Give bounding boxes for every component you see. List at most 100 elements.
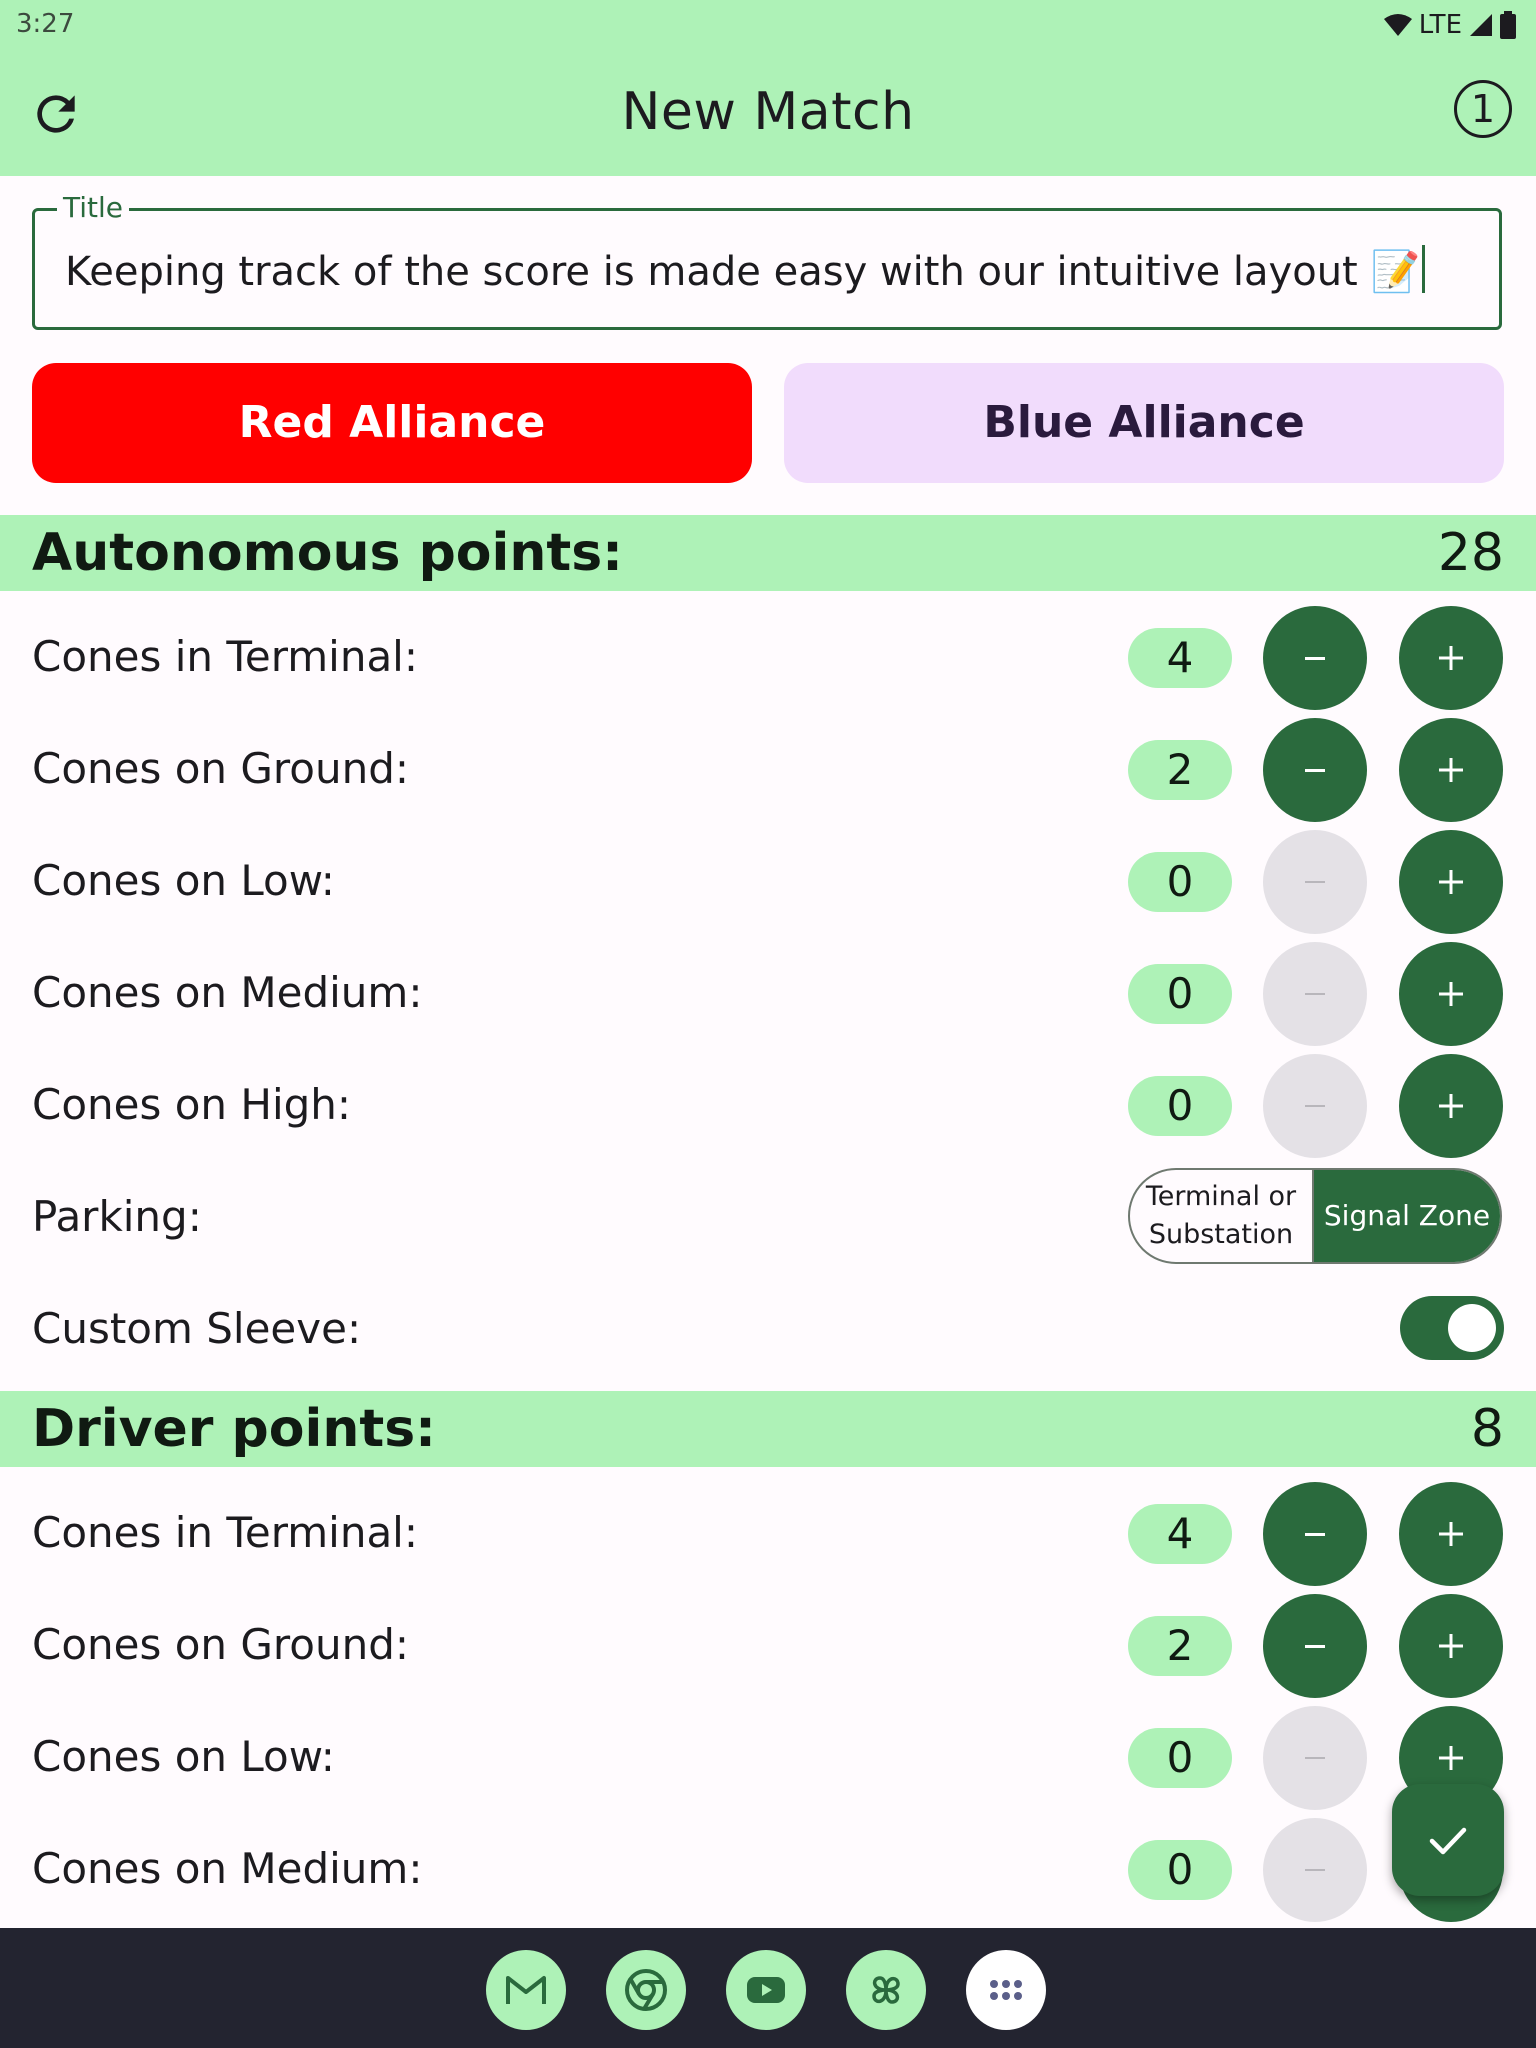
value-pill: 4 — [1128, 628, 1232, 688]
plus-icon — [1439, 1522, 1463, 1546]
autonomous-total: 28 — [1437, 523, 1504, 583]
autonomous-row-custom-sleeve: Custom Sleeve: — [0, 1272, 1536, 1384]
driver-title: Driver points: — [32, 1399, 436, 1459]
plus-icon — [1439, 758, 1463, 782]
battery-icon — [1500, 11, 1516, 39]
title-field-label: Title — [57, 191, 130, 224]
increment-button[interactable] — [1399, 1482, 1503, 1586]
row-label: Cones on Medium: — [32, 1844, 423, 1893]
decrement-button[interactable] — [1263, 718, 1367, 822]
row-label: Cones on Medium: — [32, 968, 423, 1017]
increment-button[interactable] — [1399, 718, 1503, 822]
row-label: Parking: — [32, 1192, 202, 1241]
row-label: Cones on Low: — [32, 856, 335, 905]
autonomous-row-cones-terminal: Cones in Terminal: 4 — [0, 600, 1536, 712]
value-pill: 0 — [1128, 1840, 1232, 1900]
network-type: LTE — [1418, 10, 1462, 40]
row-label: Cones on Low: — [32, 1732, 335, 1781]
parking-segmented-control: Terminal or Substation Signal Zone — [1128, 1168, 1502, 1264]
wifi-icon — [1383, 14, 1412, 36]
title-input-text: Keeping track of the score is made easy … — [65, 249, 1421, 295]
custom-sleeve-toggle[interactable] — [1400, 1296, 1504, 1360]
driver-row-cones-ground: Cones on Ground: 2 — [0, 1588, 1536, 1700]
title-input[interactable]: Keeping track of the score is made easy … — [65, 245, 1426, 295]
youtube-icon[interactable] — [726, 1950, 806, 2030]
value-pill: 0 — [1128, 1076, 1232, 1136]
blue-alliance-button[interactable]: Blue Alliance — [784, 363, 1504, 483]
decrement-button[interactable] — [1263, 1054, 1367, 1158]
autonomous-title: Autonomous points: — [32, 523, 623, 583]
plus-icon — [1439, 1746, 1463, 1770]
decrement-button[interactable] — [1263, 942, 1367, 1046]
increment-button[interactable] — [1399, 830, 1503, 934]
driver-total: 8 — [1470, 1399, 1504, 1459]
plus-icon — [1439, 982, 1463, 1006]
row-label: Cones on Ground: — [32, 1620, 410, 1669]
save-match-fab[interactable] — [1392, 1784, 1504, 1896]
text-cursor — [1422, 245, 1426, 293]
app-drawer-icon[interactable] — [966, 1950, 1046, 2030]
increment-button[interactable] — [1399, 942, 1503, 1046]
toggle-knob — [1448, 1304, 1496, 1352]
chrome-icon[interactable] — [606, 1950, 686, 2030]
autonomous-header: Autonomous points: 28 — [0, 515, 1536, 591]
signal-icon — [1470, 14, 1492, 36]
gmail-icon[interactable] — [486, 1950, 566, 2030]
minus-icon — [1305, 1645, 1325, 1648]
minus-icon — [1305, 769, 1325, 772]
row-label: Custom Sleeve: — [32, 1304, 362, 1353]
minus-icon — [1305, 1105, 1325, 1107]
page-title: New Match — [621, 82, 915, 142]
autonomous-row-cones-medium: Cones on Medium: 0 — [0, 936, 1536, 1048]
row-label: Cones in Terminal: — [32, 1508, 418, 1557]
plus-icon — [1439, 646, 1463, 670]
plus-icon — [1439, 1634, 1463, 1658]
status-bar: 3:27 LTE — [0, 0, 1536, 50]
row-label: Cones on Ground: — [32, 744, 410, 793]
red-alliance-button[interactable]: Red Alliance — [32, 363, 752, 483]
app-dock — [486, 1950, 1046, 2030]
decrement-button[interactable] — [1263, 1706, 1367, 1810]
app-bar: New Match 1 — [0, 50, 1536, 176]
decrement-button[interactable] — [1263, 1818, 1367, 1922]
driver-row-cones-medium: Cones on Medium: 0 — [0, 1812, 1536, 1924]
row-label: Cones in Terminal: — [32, 632, 418, 681]
decrement-button[interactable] — [1263, 606, 1367, 710]
minus-icon — [1305, 993, 1325, 995]
driver-row-cones-low: Cones on Low: 0 — [0, 1700, 1536, 1812]
status-time: 3:27 — [16, 9, 75, 39]
parking-option-terminal[interactable]: Terminal or Substation — [1130, 1170, 1314, 1262]
autonomous-row-cones-low: Cones on Low: 0 — [0, 824, 1536, 936]
increment-button[interactable] — [1399, 1054, 1503, 1158]
photos-icon[interactable] — [846, 1950, 926, 2030]
value-pill: 0 — [1128, 852, 1232, 912]
navigation-bar — [0, 1928, 1536, 2048]
minus-icon — [1305, 657, 1325, 660]
value-pill: 2 — [1128, 740, 1232, 800]
plus-icon — [1439, 1094, 1463, 1118]
decrement-button[interactable] — [1263, 830, 1367, 934]
status-icons: LTE — [1383, 8, 1516, 42]
increment-button[interactable] — [1399, 1594, 1503, 1698]
minus-icon — [1305, 1757, 1325, 1759]
minus-icon — [1305, 881, 1325, 883]
parking-option-signal-zone[interactable]: Signal Zone — [1314, 1170, 1500, 1262]
check-icon — [1429, 1827, 1467, 1855]
value-pill: 2 — [1128, 1616, 1232, 1676]
driver-header: Driver points: 8 — [0, 1391, 1536, 1467]
increment-button[interactable] — [1399, 606, 1503, 710]
value-pill: 0 — [1128, 1728, 1232, 1788]
autonomous-row-cones-high: Cones on High: 0 — [0, 1048, 1536, 1160]
match-count-badge[interactable]: 1 — [1454, 80, 1512, 138]
driver-row-cones-terminal: Cones in Terminal: 4 — [0, 1476, 1536, 1588]
plus-icon — [1439, 870, 1463, 894]
value-pill: 4 — [1128, 1504, 1232, 1564]
row-label: Cones on High: — [32, 1080, 352, 1129]
autonomous-row-parking: Parking: Terminal or Substation Signal Zo… — [0, 1160, 1536, 1272]
value-pill: 0 — [1128, 964, 1232, 1024]
title-field[interactable]: Title Keeping track of the score is made… — [32, 191, 1502, 330]
decrement-button[interactable] — [1263, 1482, 1367, 1586]
minus-icon — [1305, 1533, 1325, 1536]
autonomous-row-cones-ground: Cones on Ground: 2 — [0, 712, 1536, 824]
decrement-button[interactable] — [1263, 1594, 1367, 1698]
